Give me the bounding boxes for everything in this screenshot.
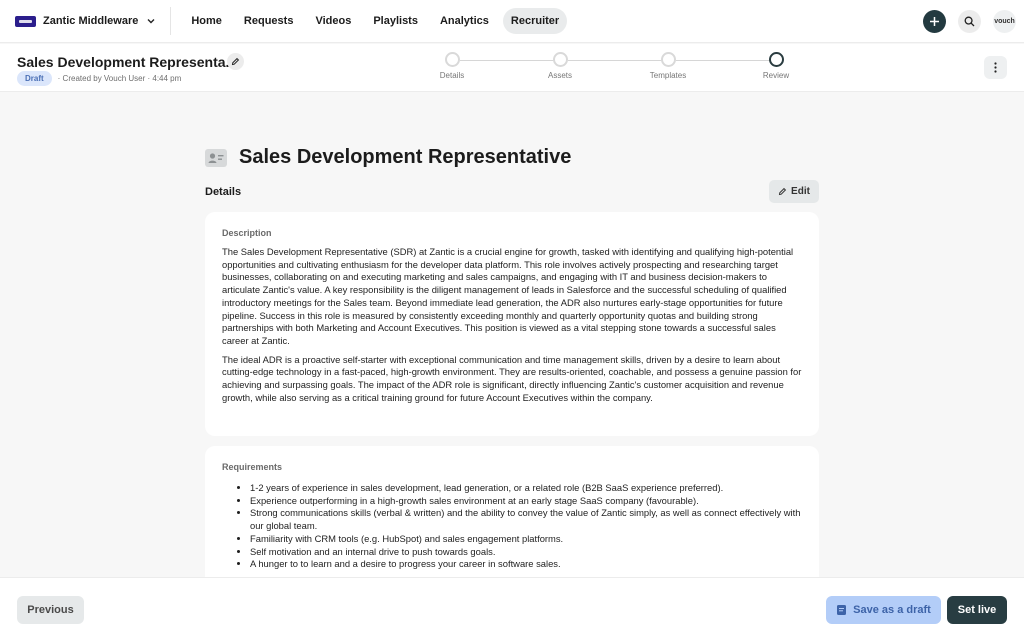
requirement-item: A hunger to to learn and a desire to pro… bbox=[250, 558, 802, 571]
progress-stepper: Details Assets Templates Review bbox=[440, 52, 800, 88]
search-icon bbox=[964, 16, 975, 26]
nav-playlists[interactable]: Playlists bbox=[365, 8, 426, 34]
previous-button[interactable]: Previous bbox=[17, 596, 84, 624]
top-nav: Zantic Middleware Home Requests Videos P… bbox=[0, 0, 1024, 43]
step-label: Assets bbox=[547, 71, 572, 80]
description-paragraph: The ideal ADR is a proactive self-starte… bbox=[222, 353, 802, 403]
save-draft-button[interactable]: Save as a draft bbox=[826, 596, 941, 624]
step-indicator bbox=[768, 52, 784, 67]
step-assets[interactable]: Assets bbox=[530, 52, 590, 80]
requirement-item: Experience outperforming in a high-growt… bbox=[250, 495, 802, 508]
step-indicator bbox=[552, 52, 568, 67]
requirement-item: Familiarity with CRM tools (e.g. HubSpot… bbox=[250, 533, 802, 546]
kebab-menu-icon bbox=[994, 62, 997, 73]
chevron-down-icon bbox=[147, 19, 155, 24]
pencil-icon bbox=[778, 187, 787, 196]
edit-label: Edit bbox=[791, 186, 810, 197]
pencil-icon bbox=[231, 57, 240, 66]
save-draft-label: Save as a draft bbox=[853, 604, 931, 616]
requirements-card: Requirements 1-2 years of experience in … bbox=[205, 446, 819, 586]
requirements-list: 1-2 years of experience in sales develop… bbox=[222, 482, 802, 571]
description-label: Description bbox=[222, 228, 272, 238]
workspace-name: Zantic Middleware bbox=[43, 15, 139, 27]
rename-button[interactable] bbox=[227, 53, 244, 70]
requirement-item: Strong communications skills (verbal & w… bbox=[250, 507, 802, 532]
status-badge: Draft bbox=[17, 71, 52, 86]
step-review[interactable]: Review bbox=[746, 52, 806, 80]
document-icon bbox=[837, 605, 847, 615]
description-paragraph: The Sales Development Representative (SD… bbox=[222, 246, 794, 346]
workspace-switcher[interactable]: Zantic Middleware bbox=[15, 7, 172, 35]
page-title: Sales Development Representative bbox=[239, 146, 572, 168]
set-live-button[interactable]: Set live bbox=[947, 596, 1007, 624]
description-card: Description The Sales Development Repres… bbox=[205, 212, 819, 436]
nav-requests[interactable]: Requests bbox=[236, 8, 302, 34]
requirements-label: Requirements bbox=[222, 462, 283, 472]
zantic-logo bbox=[15, 15, 36, 27]
nav-videos[interactable]: Videos bbox=[307, 8, 359, 34]
step-details[interactable]: Details bbox=[422, 52, 482, 80]
step-indicator bbox=[660, 52, 676, 67]
nav-home[interactable]: Home bbox=[183, 8, 230, 34]
requirement-item: 1-2 years of experience in sales develop… bbox=[250, 482, 802, 495]
step-label: Templates bbox=[649, 71, 687, 80]
job-header: Sales Development Representa... Draft · … bbox=[0, 44, 1024, 92]
job-title: Sales Development Representa... bbox=[17, 54, 238, 70]
step-label: Details bbox=[439, 71, 465, 80]
step-templates[interactable]: Templates bbox=[638, 52, 698, 80]
more-options-button[interactable] bbox=[984, 56, 1007, 79]
footer-actions: Previous Save as a draft Set live bbox=[0, 577, 1024, 640]
nav-recruiter[interactable]: Recruiter bbox=[502, 8, 568, 34]
step-label: Review bbox=[762, 71, 790, 80]
main-nav: Home Requests Videos Playlists Analytics… bbox=[183, 8, 568, 34]
plus-icon bbox=[930, 16, 939, 26]
created-meta: · Created by Vouch User · 4:44 pm bbox=[57, 74, 182, 83]
step-indicator bbox=[444, 52, 460, 67]
user-avatar[interactable]: vouch bbox=[993, 9, 1016, 33]
nav-analytics[interactable]: Analytics bbox=[432, 8, 497, 34]
contact-card-icon bbox=[205, 149, 227, 167]
section-title: Details bbox=[205, 186, 242, 198]
create-button[interactable] bbox=[923, 9, 946, 33]
requirement-item: Self motivation and an internal drive to… bbox=[250, 546, 802, 559]
edit-details-button[interactable]: Edit bbox=[769, 180, 819, 203]
search-button[interactable] bbox=[958, 9, 981, 33]
